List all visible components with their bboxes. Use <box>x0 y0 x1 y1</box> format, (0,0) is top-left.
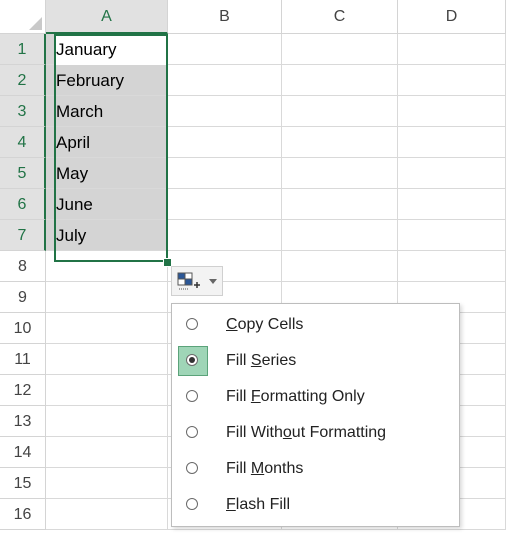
grid-cell[interactable] <box>46 406 168 437</box>
grid-cell[interactable] <box>282 158 398 189</box>
select-all-triangle-icon <box>29 17 42 30</box>
menu-item-fill-months[interactable]: Fill Months <box>172 451 459 487</box>
column-header-a[interactable]: A <box>46 0 168 34</box>
grid-cell[interactable] <box>168 127 282 158</box>
menu-item-fill-series[interactable]: Fill Series <box>172 343 459 379</box>
row-header-10[interactable]: 10 <box>0 313 46 344</box>
row-header-12[interactable]: 12 <box>0 375 46 406</box>
menu-label-fill-without-formatting: Fill Without Formatting <box>226 424 387 441</box>
grid-cell[interactable] <box>168 189 282 220</box>
grid-cell[interactable] <box>398 127 506 158</box>
radio-fill-series[interactable] <box>178 346 208 376</box>
cell-a4[interactable]: April <box>56 127 90 158</box>
spreadsheet-grid: A B C D 1 2 3 4 5 6 7 8 9 10 11 12 13 14… <box>0 0 506 550</box>
menu-label-flash-fill: Flash Fill <box>226 496 291 513</box>
grid-cell[interactable] <box>282 65 398 96</box>
row-header-5[interactable]: 5 <box>0 158 46 189</box>
radio-icon <box>186 462 198 474</box>
menu-label-fill-months: Fill Months <box>226 460 304 477</box>
grid-cell[interactable] <box>398 158 506 189</box>
grid-cell[interactable] <box>282 127 398 158</box>
grid-cell[interactable] <box>168 158 282 189</box>
grid-cell[interactable] <box>46 344 168 375</box>
cell-a7[interactable]: July <box>56 220 86 251</box>
grid-cell[interactable] <box>398 220 506 251</box>
menu-item-flash-fill[interactable]: Flash Fill <box>172 487 459 523</box>
row-header-16[interactable]: 16 <box>0 499 46 530</box>
grid-cell[interactable] <box>168 65 282 96</box>
grid-cell[interactable] <box>168 220 282 251</box>
row-header-4[interactable]: 4 <box>0 127 46 158</box>
grid-cell[interactable] <box>46 313 168 344</box>
radio-icon <box>186 390 198 402</box>
dropdown-arrow-icon <box>209 279 217 284</box>
radio-copy-cells[interactable] <box>178 310 208 340</box>
auto-fill-options-icon <box>177 272 200 290</box>
cell-a2[interactable]: February <box>56 65 124 96</box>
grid-cell[interactable] <box>282 34 398 65</box>
cell-a6[interactable]: June <box>56 189 93 220</box>
menu-item-fill-without-formatting[interactable]: Fill Without Formatting <box>172 415 459 451</box>
cell-a5[interactable]: May <box>56 158 88 189</box>
row-header-7[interactable]: 7 <box>0 220 46 251</box>
row-header-8[interactable]: 8 <box>0 251 46 282</box>
grid-cell[interactable] <box>168 96 282 127</box>
cell-a3[interactable]: March <box>56 96 103 127</box>
radio-fill-formatting-only[interactable] <box>178 382 208 412</box>
grid-cell[interactable] <box>282 96 398 127</box>
grid-cell[interactable] <box>46 251 168 282</box>
grid-cell[interactable] <box>46 375 168 406</box>
grid-cell[interactable] <box>46 282 168 313</box>
row-header-2[interactable]: 2 <box>0 65 46 96</box>
radio-flash-fill[interactable] <box>178 490 208 520</box>
grid-cell[interactable] <box>46 499 168 530</box>
radio-icon <box>186 318 198 330</box>
grid-cell[interactable] <box>282 251 398 282</box>
column-header-c[interactable]: C <box>282 0 398 34</box>
row-header-6[interactable]: 6 <box>0 189 46 220</box>
grid-cell[interactable] <box>46 437 168 468</box>
row-header-11[interactable]: 11 <box>0 344 46 375</box>
grid-cell[interactable] <box>398 96 506 127</box>
grid-cell[interactable] <box>398 189 506 220</box>
menu-label-fill-formatting-only: Fill Formatting Only <box>226 388 365 405</box>
grid-cell[interactable] <box>282 189 398 220</box>
grid-cell[interactable] <box>282 220 398 251</box>
cell-a1[interactable]: January <box>56 34 116 65</box>
grid-cell[interactable] <box>168 34 282 65</box>
menu-label-copy-cells: Copy Cells <box>226 316 304 333</box>
menu-item-fill-formatting-only[interactable]: Fill Formatting Only <box>172 379 459 415</box>
row-header-15[interactable]: 15 <box>0 468 46 499</box>
grid-cell[interactable] <box>398 65 506 96</box>
radio-fill-without-formatting[interactable] <box>178 418 208 448</box>
grid-cell[interactable] <box>46 468 168 499</box>
column-header-d[interactable]: D <box>398 0 506 34</box>
radio-fill-months[interactable] <box>178 454 208 484</box>
radio-icon <box>186 498 198 510</box>
row-header-1[interactable]: 1 <box>0 34 46 65</box>
menu-label-fill-series: Fill Series <box>226 352 297 369</box>
auto-fill-options-menu: Copy Cells Fill Series Fill Formatting O… <box>171 303 460 527</box>
select-all-corner[interactable] <box>0 0 46 34</box>
row-header-14[interactable]: 14 <box>0 437 46 468</box>
row-header-3[interactable]: 3 <box>0 96 46 127</box>
column-header-b[interactable]: B <box>168 0 282 34</box>
grid-cell[interactable] <box>398 251 506 282</box>
grid-cell[interactable] <box>398 34 506 65</box>
auto-fill-options-button[interactable] <box>171 266 223 296</box>
row-header-13[interactable]: 13 <box>0 406 46 437</box>
radio-selected-icon <box>186 354 198 366</box>
row-header-9[interactable]: 9 <box>0 282 46 313</box>
menu-item-copy-cells[interactable]: Copy Cells <box>172 307 459 343</box>
radio-icon <box>186 426 198 438</box>
